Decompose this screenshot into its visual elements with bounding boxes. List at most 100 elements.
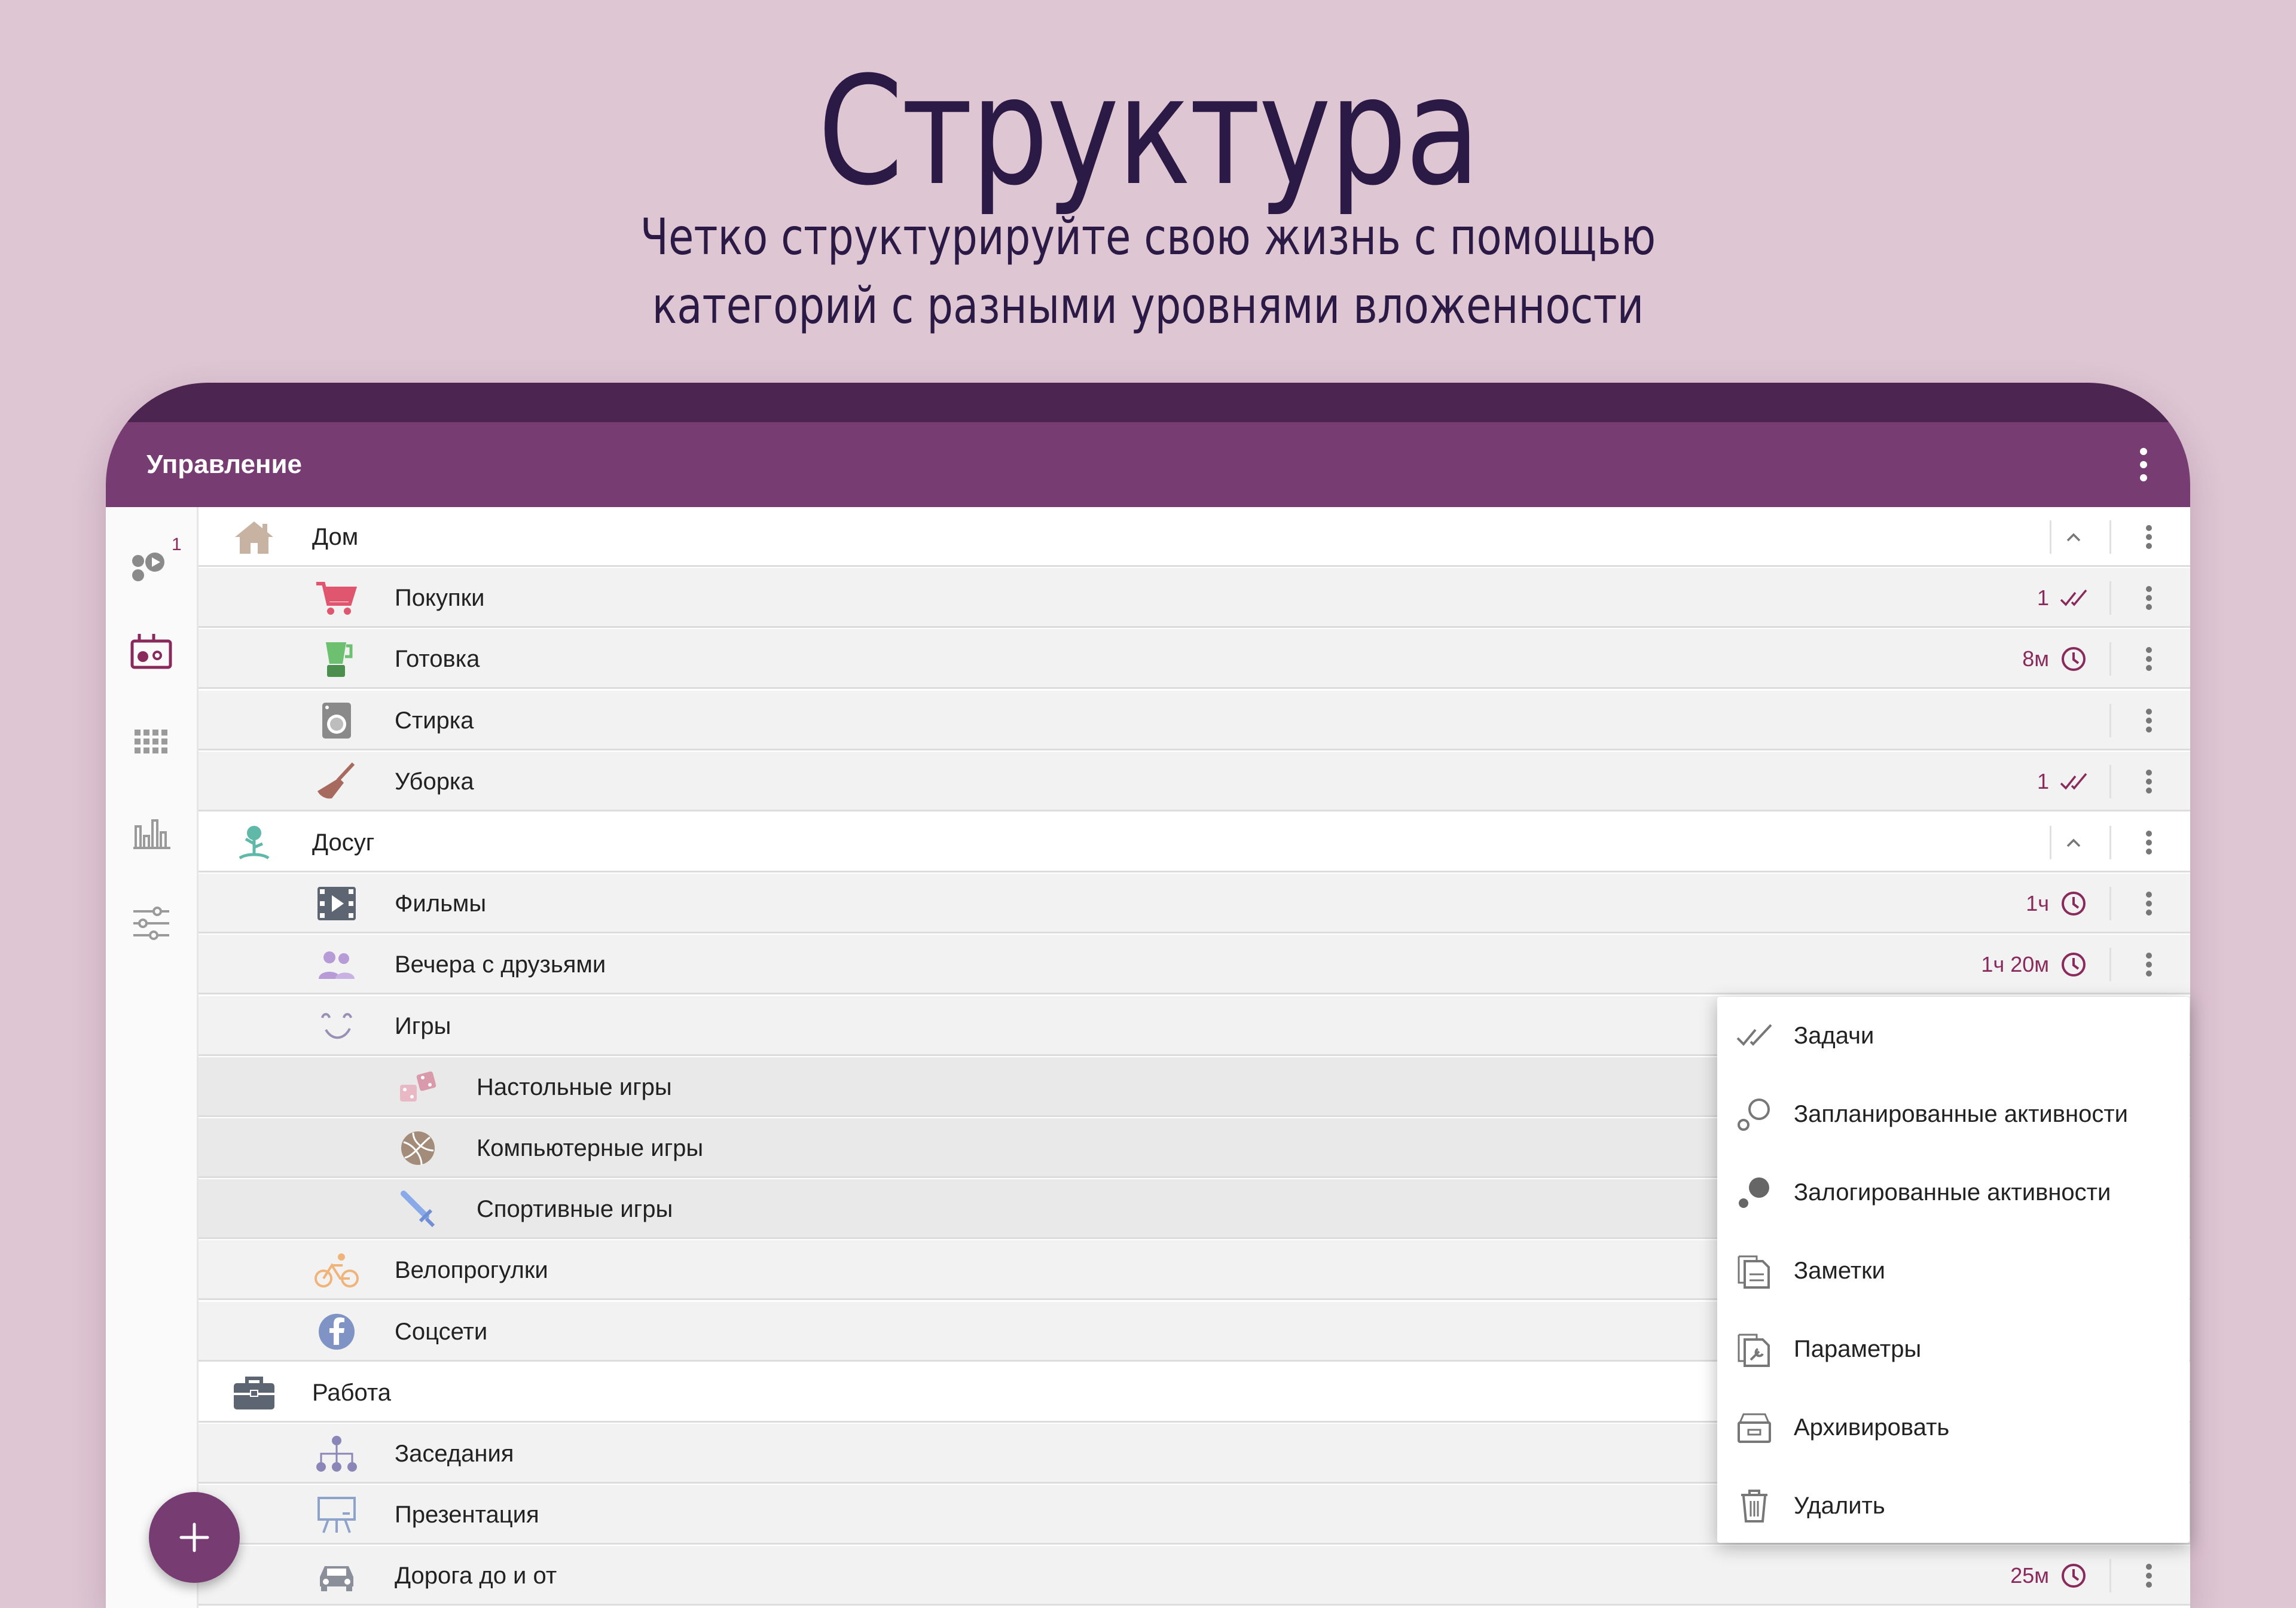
category-row[interactable]: Готовка 8м bbox=[199, 629, 2190, 689]
category-row[interactable]: Дом bbox=[199, 507, 2190, 567]
divider bbox=[2109, 1559, 2111, 1593]
plus-icon bbox=[179, 1522, 209, 1552]
chevron-up-icon[interactable] bbox=[2062, 831, 2086, 855]
add-category-button[interactable] bbox=[149, 1492, 240, 1583]
time-spent-value: 1ч 20м bbox=[1981, 952, 2049, 977]
divider bbox=[2109, 948, 2111, 982]
category-row[interactable]: Вечера с друзьями 1ч 20м bbox=[199, 935, 2190, 995]
more-vertical-icon[interactable] bbox=[2120, 441, 2167, 489]
blender-icon bbox=[314, 640, 359, 678]
context-menu-item[interactable]: Параметры bbox=[1717, 1310, 2190, 1389]
category-label: Соцсети bbox=[395, 1318, 488, 1345]
more-vertical-icon[interactable] bbox=[2134, 889, 2164, 919]
task-count: 1 bbox=[2037, 568, 2087, 628]
more-vertical-icon[interactable] bbox=[2134, 1561, 2164, 1591]
chevron-up-icon[interactable] bbox=[2062, 525, 2086, 549]
planner-icon[interactable] bbox=[127, 628, 175, 676]
people-icon bbox=[314, 945, 359, 984]
rail-badge: 1 bbox=[172, 535, 182, 554]
category-label: Досуг bbox=[312, 829, 375, 856]
task-count-value: 1 bbox=[2037, 585, 2049, 611]
context-menu-item[interactable]: Удалить bbox=[1717, 1467, 2190, 1545]
house-icon bbox=[231, 518, 277, 556]
statistics-icon[interactable] bbox=[127, 808, 175, 856]
divider bbox=[2109, 520, 2111, 554]
app-bar: Управление bbox=[106, 422, 2190, 507]
context-menu-item[interactable]: Запланированные активности bbox=[1717, 1075, 2190, 1154]
category-row[interactable]: Покупки 1 bbox=[199, 568, 2190, 628]
grid-icon[interactable] bbox=[127, 719, 175, 767]
context-menu-label: Архивировать bbox=[1794, 1414, 1950, 1441]
divider bbox=[2109, 703, 2111, 737]
smile-icon bbox=[314, 1007, 359, 1045]
category-label: Компьютерные игры bbox=[477, 1135, 704, 1161]
category-label: Работа bbox=[312, 1379, 391, 1406]
briefcase-icon bbox=[231, 1374, 277, 1412]
org-chart-icon bbox=[314, 1435, 359, 1473]
time-spent: 1ч bbox=[2026, 874, 2087, 933]
more-vertical-icon[interactable] bbox=[2134, 583, 2164, 613]
promo-title: Структура bbox=[817, 44, 1480, 218]
tasks-check-icon bbox=[2060, 773, 2087, 790]
promo-subtitle-line-2: категорий с разными уровнями вложенности bbox=[652, 276, 1644, 335]
more-vertical-icon[interactable] bbox=[2134, 706, 2164, 736]
category-row[interactable]: Фильмы 1ч bbox=[199, 874, 2190, 934]
category-row[interactable]: Уборка 1 bbox=[199, 751, 2190, 811]
context-menu-label: Задачи bbox=[1794, 1023, 1874, 1049]
more-vertical-icon[interactable] bbox=[2134, 522, 2164, 552]
logged-circles-icon bbox=[1735, 1174, 1773, 1210]
category-label: Вечера с друзьями bbox=[395, 951, 606, 978]
context-menu-label: Параметры bbox=[1794, 1336, 1922, 1362]
clock-icon bbox=[2062, 1564, 2086, 1588]
category-label: Дом bbox=[312, 524, 359, 550]
task-count-value: 1 bbox=[2037, 768, 2049, 794]
divider bbox=[2109, 826, 2111, 859]
more-vertical-icon[interactable] bbox=[2134, 644, 2164, 674]
category-label: Дорога до и от bbox=[395, 1563, 557, 1589]
category-label: Заседания bbox=[395, 1441, 514, 1467]
planned-circles-icon bbox=[1735, 1096, 1773, 1132]
context-menu-label: Запланированные активности bbox=[1794, 1101, 2129, 1127]
time-spent-value: 1ч bbox=[2026, 891, 2049, 916]
time-spent: 1ч 20м bbox=[1981, 935, 2087, 994]
promo-subtitle-line-1: Четко структурируйте свою жизнь с помощь… bbox=[640, 208, 1656, 266]
time-spent: 25м bbox=[2010, 1546, 2087, 1606]
easel-icon bbox=[314, 1496, 359, 1534]
dice-icon bbox=[395, 1068, 441, 1106]
context-menu-item[interactable]: Архивировать bbox=[1717, 1389, 2190, 1467]
context-menu-label: Залогированные активности bbox=[1794, 1179, 2111, 1206]
cart-icon bbox=[314, 579, 359, 617]
category-label: Игры bbox=[395, 1012, 451, 1039]
activities-icon[interactable]: 1 bbox=[127, 535, 182, 586]
clock-icon bbox=[2062, 953, 2086, 977]
category-label: Презентация bbox=[395, 1502, 539, 1528]
divider bbox=[2109, 764, 2111, 798]
settings-sliders-icon[interactable] bbox=[127, 899, 175, 947]
divider bbox=[2050, 826, 2051, 859]
context-menu-item[interactable]: Залогированные активности bbox=[1717, 1154, 2190, 1232]
divider bbox=[2050, 520, 2051, 554]
tasks-check-icon bbox=[2060, 590, 2087, 606]
category-row[interactable]: Досуг bbox=[199, 813, 2190, 872]
side-rail: 1 bbox=[106, 507, 199, 1608]
tree-icon bbox=[231, 823, 277, 862]
context-menu-item[interactable]: Заметки bbox=[1717, 1232, 2190, 1310]
category-row[interactable]: Дорога до и от 25м bbox=[199, 1546, 2190, 1606]
more-vertical-icon[interactable] bbox=[2134, 828, 2164, 858]
context-menu-item[interactable]: Задачи bbox=[1717, 997, 2190, 1075]
parameters-icon bbox=[1735, 1331, 1773, 1367]
context-menu: Задачи Запланированные активности Залогиро… bbox=[1717, 997, 2190, 1543]
category-label: Уборка bbox=[395, 768, 474, 795]
context-menu-label: Удалить bbox=[1794, 1493, 1885, 1519]
ball-icon bbox=[395, 1129, 441, 1167]
car-icon bbox=[314, 1557, 359, 1595]
category-label: Стирка bbox=[395, 707, 474, 734]
category-label: Настольные игры bbox=[477, 1073, 672, 1100]
category-label: Покупки bbox=[395, 585, 485, 612]
time-spent: 8м bbox=[2022, 629, 2087, 689]
more-vertical-icon[interactable] bbox=[2134, 950, 2164, 980]
category-row[interactable]: Стирка bbox=[199, 690, 2190, 750]
facebook-icon bbox=[314, 1313, 359, 1351]
more-vertical-icon[interactable] bbox=[2134, 767, 2164, 797]
category-label: Фильмы bbox=[395, 890, 487, 917]
